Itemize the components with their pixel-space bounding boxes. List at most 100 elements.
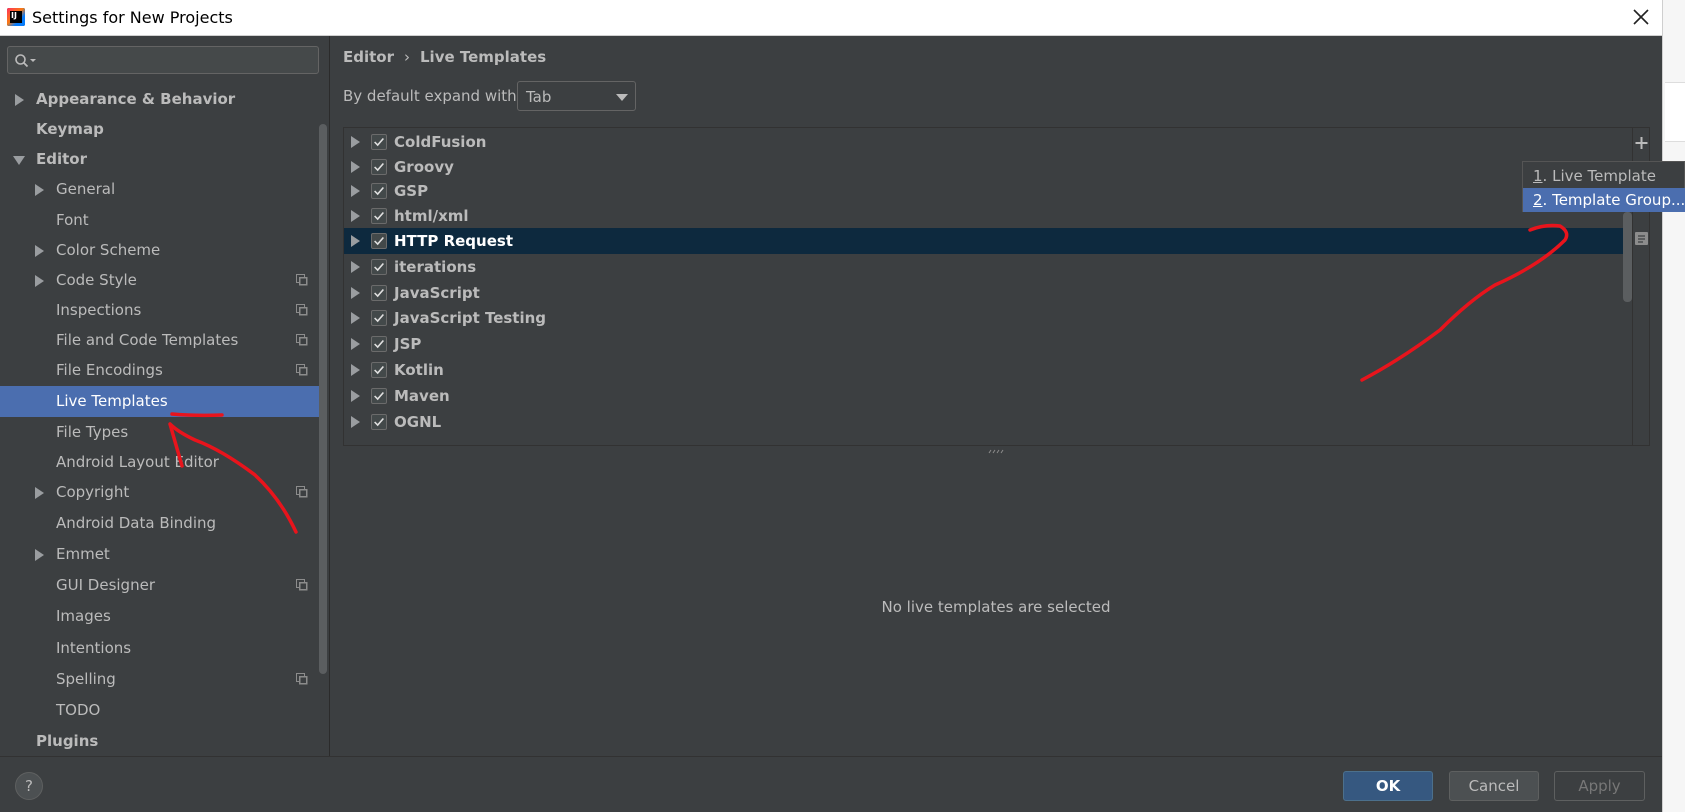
menu-item-live-template[interactable]: 1. Live Template <box>1523 164 1685 188</box>
tree-item-editor[interactable]: Editor <box>0 144 320 175</box>
group-checkbox[interactable] <box>371 134 387 150</box>
tree-item-copyright[interactable]: Copyright <box>0 477 320 508</box>
template-group-name: html/xml <box>394 207 469 225</box>
tree-item-todo[interactable]: TODO <box>0 695 320 726</box>
template-group-row[interactable]: Groovy <box>344 154 1626 180</box>
expand-arrow-icon[interactable] <box>35 487 44 499</box>
tree-item-color-scheme[interactable]: Color Scheme <box>0 235 320 266</box>
tree-item-file-encodings[interactable]: File Encodings <box>0 355 320 386</box>
group-checkbox[interactable] <box>371 310 387 326</box>
tree-item-images[interactable]: Images <box>0 601 320 632</box>
tree-item-android-layout-editor[interactable]: Android Layout Editor <box>0 447 320 478</box>
add-popup-menu: 1. Live Template 2. Template Group... <box>1522 161 1685 212</box>
expand-arrow-icon[interactable] <box>35 245 44 257</box>
tree-item-label: File Encodings <box>56 361 163 379</box>
tree-item-file-code-templates[interactable]: File and Code Templates <box>0 325 320 356</box>
expand-arrow-icon[interactable] <box>35 549 44 561</box>
menu-item-label: . Live Template <box>1542 167 1656 185</box>
expand-arrow-icon[interactable] <box>351 287 360 299</box>
expand-arrow-icon[interactable] <box>351 161 360 173</box>
cancel-button[interactable]: Cancel <box>1449 771 1539 801</box>
settings-search-input[interactable] <box>7 46 319 74</box>
splitter-handle-icon[interactable] <box>987 449 1007 455</box>
tree-item-inspections[interactable]: Inspections <box>0 295 320 326</box>
menu-item-label: . Template Group... <box>1542 191 1685 209</box>
group-checkbox[interactable] <box>371 208 387 224</box>
tree-item-live-templates[interactable]: Live Templates <box>0 386 320 417</box>
group-checkbox[interactable] <box>371 414 387 430</box>
templates-scrollbar[interactable] <box>1623 212 1632 302</box>
expand-arrow-icon[interactable] <box>15 94 24 106</box>
template-group-row[interactable]: JSP <box>344 331 1626 357</box>
tree-item-label: Intentions <box>56 639 132 657</box>
template-group-row[interactable]: Maven <box>344 383 1626 409</box>
menu-mnemonic: 2 <box>1533 191 1543 209</box>
collapse-arrow-icon[interactable] <box>13 156 25 165</box>
expand-arrow-icon[interactable] <box>351 312 360 324</box>
tree-item-emmet[interactable]: Emmet <box>0 539 320 570</box>
expand-arrow-icon[interactable] <box>351 416 360 428</box>
template-group-row[interactable]: HTTP Request <box>344 228 1626 254</box>
tree-item-appearance-behavior[interactable]: Appearance & Behavior <box>0 84 320 115</box>
tree-item-plugins[interactable]: Plugins <box>0 726 320 756</box>
tree-item-general[interactable]: General <box>0 174 320 205</box>
apply-button[interactable]: Apply <box>1554 771 1645 801</box>
expand-with-label: By default expand with <box>343 87 517 105</box>
tree-item-label: Keymap <box>36 120 104 138</box>
window-title: Settings for New Projects <box>32 8 233 27</box>
expand-arrow-icon[interactable] <box>351 185 360 197</box>
expand-arrow-icon[interactable] <box>351 136 360 148</box>
add-icon[interactable] <box>1633 133 1650 153</box>
template-group-row[interactable]: JavaScript <box>344 280 1626 306</box>
tree-item-label: Plugins <box>36 732 99 750</box>
tree-item-gui-designer[interactable]: GUI Designer <box>0 570 320 601</box>
project-scope-icon <box>296 673 308 685</box>
template-group-row[interactable]: ColdFusion <box>344 129 1626 155</box>
help-button[interactable]: ? <box>15 772 43 800</box>
search-icon[interactable] <box>14 53 38 69</box>
close-icon[interactable] <box>1630 6 1652 28</box>
settings-tree: Appearance & Behavior Keymap Editor Gene… <box>0 84 320 756</box>
copy-icon[interactable] <box>1633 228 1650 248</box>
tree-item-font[interactable]: Font <box>0 205 320 236</box>
tree-item-code-style[interactable]: Code Style <box>0 265 320 296</box>
group-checkbox[interactable] <box>371 183 387 199</box>
group-checkbox[interactable] <box>371 259 387 275</box>
ok-button[interactable]: OK <box>1343 771 1433 801</box>
template-group-name: JavaScript Testing <box>394 309 547 327</box>
group-checkbox[interactable] <box>371 336 387 352</box>
template-groups-list: ColdFusion Groovy GSP html/xml HTTP Requ… <box>344 128 1626 445</box>
tree-item-spelling[interactable]: Spelling <box>0 664 320 695</box>
expand-arrow-icon[interactable] <box>351 235 360 247</box>
expand-arrow-icon[interactable] <box>351 261 360 273</box>
tree-item-android-data-binding[interactable]: Android Data Binding <box>0 508 320 539</box>
template-group-name: Groovy <box>394 158 454 176</box>
group-checkbox[interactable] <box>371 159 387 175</box>
sidebar-scrollbar[interactable] <box>319 124 327 674</box>
menu-item-template-group[interactable]: 2. Template Group... <box>1523 188 1685 212</box>
live-templates-panel: Editor › Live Templates By default expand … <box>330 36 1662 756</box>
group-checkbox[interactable] <box>371 233 387 249</box>
group-checkbox[interactable] <box>371 362 387 378</box>
template-group-row[interactable]: html/xml <box>344 203 1626 229</box>
template-group-row[interactable]: OGNL <box>344 409 1626 435</box>
tree-item-label: Font <box>56 211 89 229</box>
expand-arrow-icon[interactable] <box>351 338 360 350</box>
tree-item-keymap[interactable]: Keymap <box>0 114 320 145</box>
tree-item-label: Spelling <box>56 670 116 688</box>
tree-item-file-types[interactable]: File Types <box>0 417 320 448</box>
expand-arrow-icon[interactable] <box>351 390 360 402</box>
expand-arrow-icon[interactable] <box>35 275 44 287</box>
background-window-edge <box>1662 0 1685 812</box>
template-group-row[interactable]: GSP <box>344 178 1626 204</box>
tree-item-intentions[interactable]: Intentions <box>0 633 320 664</box>
template-group-row[interactable]: iterations <box>344 254 1626 280</box>
expand-arrow-icon[interactable] <box>35 184 44 196</box>
group-checkbox[interactable] <box>371 388 387 404</box>
group-checkbox[interactable] <box>371 285 387 301</box>
expand-arrow-icon[interactable] <box>351 210 360 222</box>
template-group-row[interactable]: Kotlin <box>344 357 1626 383</box>
expand-with-select[interactable]: Tab <box>517 81 636 111</box>
expand-arrow-icon[interactable] <box>351 364 360 376</box>
template-group-row[interactable]: JavaScript Testing <box>344 305 1626 331</box>
